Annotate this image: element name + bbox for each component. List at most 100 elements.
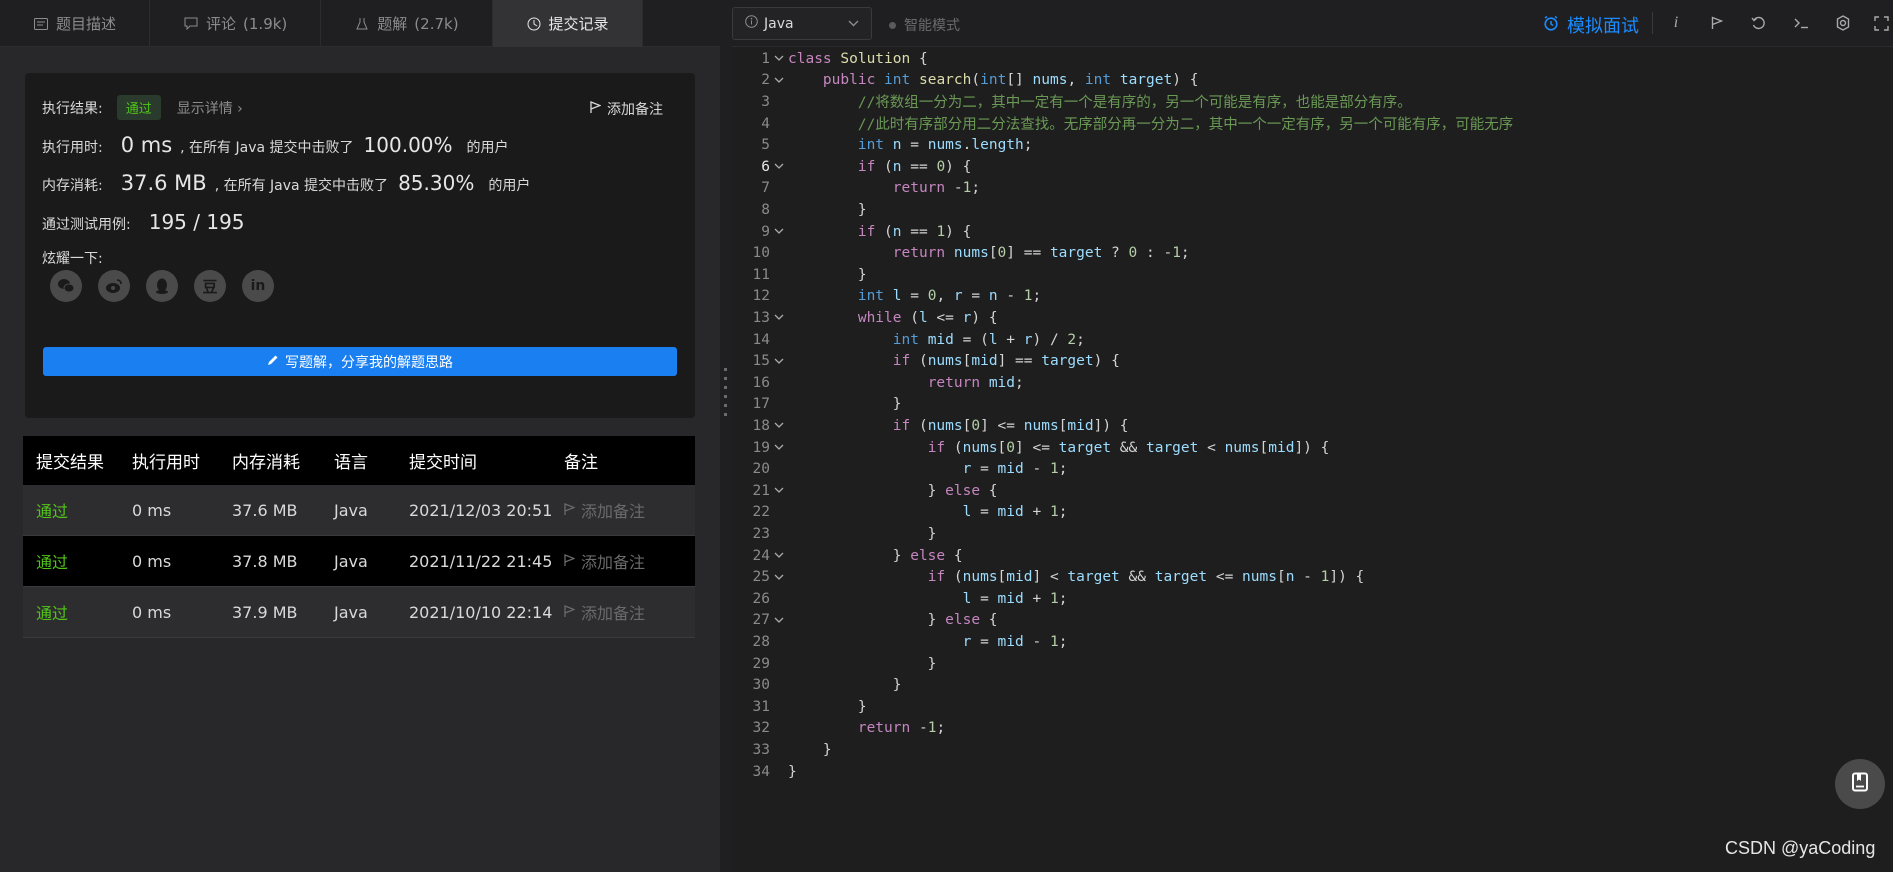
code-line[interactable]: 19 if (nums[0] <= target && target < num… xyxy=(732,437,1893,459)
fold-chevron-icon[interactable] xyxy=(770,571,788,584)
table-row[interactable]: 通过 0 ms 37.6 MB Java 2021/12/03 20:51 添加… xyxy=(23,485,695,536)
code-line[interactable]: 26 l = mid + 1; xyxy=(732,588,1893,610)
row-add-note[interactable]: 添加备注 xyxy=(564,498,695,522)
row-status[interactable]: 通过 xyxy=(23,600,132,624)
fullscreen-icon[interactable] xyxy=(1870,12,1892,34)
pencil-icon xyxy=(267,354,279,370)
code-editor[interactable]: 1 class Solution {2 public int search(int… xyxy=(732,48,1893,872)
table-row[interactable]: 通过 0 ms 37.8 MB Java 2021/11/22 21:45 添加… xyxy=(23,536,695,587)
fold-chevron-icon[interactable] xyxy=(770,419,788,432)
code-line[interactable]: 10 return nums[0] == target ? 0 : -1; xyxy=(732,242,1893,264)
code-line[interactable]: 1 class Solution { xyxy=(732,48,1893,70)
row-date: 2021/11/22 21:45 xyxy=(409,551,553,571)
code-line[interactable]: 23 } xyxy=(732,523,1893,545)
code-line[interactable]: 34} xyxy=(732,761,1893,783)
table-row[interactable]: 通过 0 ms 37.9 MB Java 2021/10/10 22:14 添加… xyxy=(23,587,695,638)
flask-icon xyxy=(354,16,370,32)
weibo-icon[interactable] xyxy=(98,270,130,302)
fold-chevron-icon[interactable] xyxy=(770,355,788,368)
code-line[interactable]: 6 if (n == 0) { xyxy=(732,156,1893,178)
code-line[interactable]: 18 if (nums[0] <= nums[mid]) { xyxy=(732,415,1893,437)
terminal-icon[interactable] xyxy=(1790,12,1812,34)
info-italic-icon[interactable]: i xyxy=(1665,12,1687,34)
fold-chevron-icon[interactable] xyxy=(770,52,788,65)
tab-description[interactable]: 题目描述 xyxy=(0,0,151,47)
code-line[interactable]: 27 } else { xyxy=(732,610,1893,632)
flag-icon xyxy=(590,100,602,118)
code-line[interactable]: 8 } xyxy=(732,199,1893,221)
tab-count: (2.7k) xyxy=(414,14,459,33)
code-line[interactable]: 4 //此时有序部分用二分法查找。无序部分再一分为二，其中一个一定有序，另一个可… xyxy=(732,113,1893,135)
code-line[interactable]: 28 r = mid - 1; xyxy=(732,631,1893,653)
code-line[interactable]: 12 int l = 0, r = n - 1; xyxy=(732,286,1893,308)
code-line[interactable]: 22 l = mid + 1; xyxy=(732,502,1893,524)
fold-chevron-icon[interactable] xyxy=(770,484,788,497)
code-text: if (n == 0) { xyxy=(857,158,972,175)
row-memory: 37.6 MB xyxy=(232,500,298,520)
mock-interview-button[interactable]: 模拟面试 xyxy=(1543,12,1639,38)
notebook-button[interactable] xyxy=(1835,759,1885,809)
code-line[interactable]: 11 } xyxy=(732,264,1893,286)
tab-comments[interactable]: 评论 (1.9k) xyxy=(150,0,322,47)
write-solution-button[interactable]: 写题解，分享我的解题思路 xyxy=(43,347,677,376)
code-line[interactable]: 2 public int search(int[] nums, int targ… xyxy=(732,70,1893,92)
fold-chevron-icon[interactable] xyxy=(770,549,788,562)
row-status[interactable]: 通过 xyxy=(23,549,132,573)
row-add-note[interactable]: 添加备注 xyxy=(564,600,695,624)
fold-chevron-icon[interactable] xyxy=(770,74,788,87)
code-line[interactable]: 9 if (n == 1) { xyxy=(732,221,1893,243)
flag-icon[interactable] xyxy=(1706,12,1728,34)
wechat-icon[interactable] xyxy=(50,270,82,302)
code-line[interactable]: 31 } xyxy=(732,696,1893,718)
code-line[interactable]: 30 } xyxy=(732,674,1893,696)
code-text: if (nums[0] <= target && target < nums[m… xyxy=(927,439,1330,456)
code-line[interactable]: 25 if (nums[mid] < target && target <= n… xyxy=(732,566,1893,588)
panel-splitter[interactable] xyxy=(720,0,732,872)
code-line[interactable]: 3 //将数组一分为二，其中一定有一个是有序的，另一个可能是有序，也能是部分有序… xyxy=(732,91,1893,113)
add-note-button[interactable]: 添加备注 xyxy=(590,99,663,119)
line-number: 14 xyxy=(752,331,770,348)
line-number: 33 xyxy=(752,741,770,758)
tab-solutions[interactable]: 题解 (2.7k) xyxy=(321,0,493,47)
fold-chevron-icon[interactable] xyxy=(770,614,788,627)
code-text: } else { xyxy=(788,482,998,499)
qq-icon[interactable] xyxy=(146,270,178,302)
settings-icon[interactable] xyxy=(1832,12,1854,34)
line-number: 24 xyxy=(752,547,770,564)
code-line[interactable]: 17 } xyxy=(732,394,1893,416)
code-text: while (l <= r) { xyxy=(857,309,998,326)
show-detail-link[interactable]: 显示详情 › xyxy=(177,98,243,118)
tab-submissions[interactable]: 提交记录 xyxy=(492,0,643,47)
code-line[interactable]: 15 if (nums[mid] == target) { xyxy=(732,350,1893,372)
code-line[interactable]: 32 return -1; xyxy=(732,718,1893,740)
row-status[interactable]: 通过 xyxy=(23,498,132,522)
code-line[interactable]: 5 int n = nums.length; xyxy=(732,134,1893,156)
code-line[interactable]: 21 } else { xyxy=(732,480,1893,502)
code-line[interactable]: 13 while (l <= r) { xyxy=(732,307,1893,329)
line-number: 34 xyxy=(752,763,770,780)
drag-handle[interactable] xyxy=(724,368,727,416)
fold-chevron-icon[interactable] xyxy=(770,160,788,173)
code-line[interactable]: 33 } xyxy=(732,739,1893,761)
code-line[interactable]: 24 } else { xyxy=(732,545,1893,567)
smart-mode-label: 智能模式 xyxy=(904,18,960,34)
smart-mode-toggle[interactable]: 智能模式 xyxy=(889,15,960,35)
code-text: return nums[0] == target ? 0 : -1; xyxy=(892,245,1190,262)
row-add-note[interactable]: 添加备注 xyxy=(564,549,695,573)
douban-icon[interactable]: 豆 xyxy=(194,270,226,302)
code-line[interactable]: 14 int mid = (l + r) / 2; xyxy=(732,329,1893,351)
linkedin-icon[interactable]: in xyxy=(242,270,274,302)
code-line[interactable]: 29 } xyxy=(732,653,1893,675)
code-text: //此时有序部分用二分法查找。无序部分再一分为二，其中一个一定有序，另一个可能有… xyxy=(857,117,1514,134)
code-line[interactable]: 16 return mid; xyxy=(732,372,1893,394)
fold-chevron-icon[interactable] xyxy=(770,311,788,324)
code-text: l = mid + 1; xyxy=(962,590,1068,607)
language-select[interactable]: Java xyxy=(732,7,872,40)
reset-icon[interactable] xyxy=(1747,12,1769,34)
code-line[interactable]: 7 return -1; xyxy=(732,178,1893,200)
watermark: CSDN @yaCoding xyxy=(1725,838,1876,858)
fold-chevron-icon[interactable] xyxy=(770,225,788,238)
fold-chevron-icon[interactable] xyxy=(770,441,788,454)
time-suffix: 的用户 xyxy=(466,140,509,156)
code-line[interactable]: 20 r = mid - 1; xyxy=(732,458,1893,480)
